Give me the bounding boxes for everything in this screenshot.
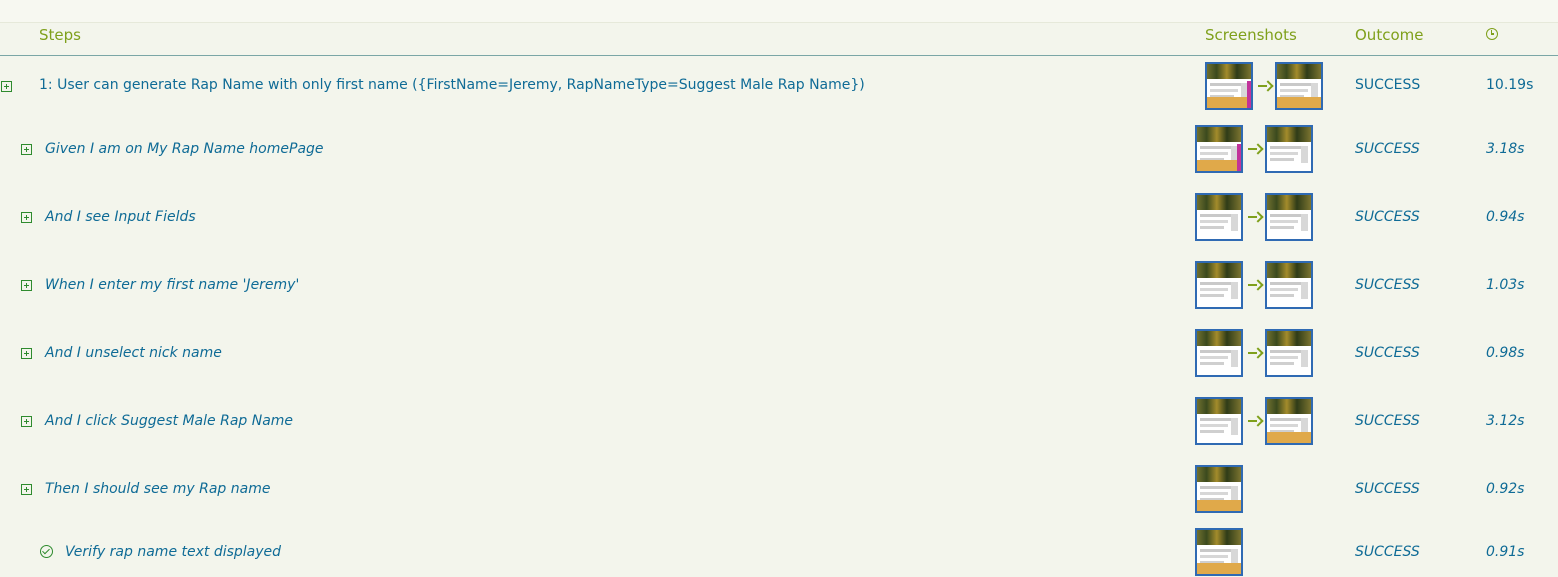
scenario-row[interactable]: 1: User can generate Rap Name with only … xyxy=(0,56,1558,116)
step-duration: 3.18s xyxy=(1486,141,1525,157)
header-outcome: Outcome xyxy=(1355,26,1424,44)
arrow-right-icon xyxy=(1248,348,1262,358)
step-outcome: SUCCESS xyxy=(1355,209,1420,225)
step-outcome: SUCCESS xyxy=(1355,141,1420,157)
screenshot-before-thumbnail[interactable] xyxy=(1205,62,1253,110)
arrow-right-icon xyxy=(1248,416,1262,426)
step-label[interactable]: Verify rap name text displayed xyxy=(65,544,281,560)
expand-icon[interactable] xyxy=(21,416,32,427)
screenshot-before-thumbnail[interactable] xyxy=(1195,397,1243,445)
scenario-duration: 10.19s xyxy=(1486,77,1534,93)
step-duration: 0.94s xyxy=(1486,209,1525,225)
step-outcome: SUCCESS xyxy=(1355,277,1420,293)
screenshot-after-thumbnail[interactable] xyxy=(1265,397,1313,445)
screenshot-after-thumbnail[interactable] xyxy=(1265,193,1313,241)
step-row[interactable]: Given I am on My Rap Name homePage SUCCE… xyxy=(0,125,1558,185)
step-duration: 0.91s xyxy=(1486,544,1525,560)
step-label[interactable]: When I enter my first name 'Jeremy' xyxy=(45,277,299,293)
clock-icon xyxy=(1486,28,1498,40)
expand-icon[interactable] xyxy=(21,212,32,223)
scenario-outcome: SUCCESS xyxy=(1355,77,1421,93)
step-label[interactable]: And I see Input Fields xyxy=(45,209,196,225)
screenshot-after-thumbnail[interactable] xyxy=(1265,329,1313,377)
expand-icon[interactable] xyxy=(21,484,32,495)
step-duration: 0.92s xyxy=(1486,481,1525,497)
step-duration: 0.98s xyxy=(1486,345,1525,361)
step-label[interactable]: Given I am on My Rap Name homePage xyxy=(45,141,324,157)
screenshot-after-thumbnail[interactable] xyxy=(1265,261,1313,309)
expand-icon[interactable] xyxy=(21,348,32,359)
step-row[interactable]: When I enter my first name 'Jeremy' SUCC… xyxy=(0,261,1558,321)
step-label[interactable]: And I unselect nick name xyxy=(45,345,222,361)
step-label[interactable]: And I click Suggest Male Rap Name xyxy=(45,413,293,429)
step-row[interactable]: Verify rap name text displayed SUCCESS 0… xyxy=(0,528,1558,577)
step-row[interactable]: And I click Suggest Male Rap Name SUCCES… xyxy=(0,397,1558,457)
step-outcome: SUCCESS xyxy=(1355,413,1420,429)
header-screenshots: Screenshots xyxy=(1205,26,1297,44)
expand-icon[interactable] xyxy=(21,144,32,155)
expand-icon[interactable] xyxy=(1,81,12,92)
screenshot-before-thumbnail[interactable] xyxy=(1195,193,1243,241)
arrow-right-icon xyxy=(1258,81,1272,91)
header-steps: Steps xyxy=(39,26,81,44)
step-row[interactable]: Then I should see my Rap name SUCCESS 0.… xyxy=(0,465,1558,525)
arrow-right-icon xyxy=(1248,280,1262,290)
step-outcome: SUCCESS xyxy=(1355,345,1420,361)
screenshot-after-thumbnail[interactable] xyxy=(1265,125,1313,173)
step-row[interactable]: And I unselect nick name SUCCESS 0.98s xyxy=(0,329,1558,389)
screenshot-before-thumbnail[interactable] xyxy=(1195,125,1243,173)
step-outcome: SUCCESS xyxy=(1355,481,1420,497)
step-label[interactable]: Then I should see my Rap name xyxy=(45,481,270,497)
screenshot-before-thumbnail[interactable] xyxy=(1195,261,1243,309)
arrow-right-icon xyxy=(1248,212,1262,222)
top-band xyxy=(0,0,1558,23)
check-circle-icon xyxy=(40,545,53,558)
step-row[interactable]: And I see Input Fields SUCCESS 0.94s xyxy=(0,193,1558,253)
step-outcome: SUCCESS xyxy=(1355,544,1420,560)
scenario-label[interactable]: 1: User can generate Rap Name with only … xyxy=(39,77,865,93)
screenshot-after-thumbnail[interactable] xyxy=(1275,62,1323,110)
screenshot-thumbnail[interactable] xyxy=(1195,528,1243,576)
table-header: Steps Screenshots Outcome xyxy=(0,23,1558,56)
screenshot-before-thumbnail[interactable] xyxy=(1195,329,1243,377)
step-duration: 1.03s xyxy=(1486,277,1525,293)
expand-icon[interactable] xyxy=(21,280,32,291)
arrow-right-icon xyxy=(1248,144,1262,154)
step-duration: 3.12s xyxy=(1486,413,1525,429)
screenshot-thumbnail[interactable] xyxy=(1195,465,1243,513)
